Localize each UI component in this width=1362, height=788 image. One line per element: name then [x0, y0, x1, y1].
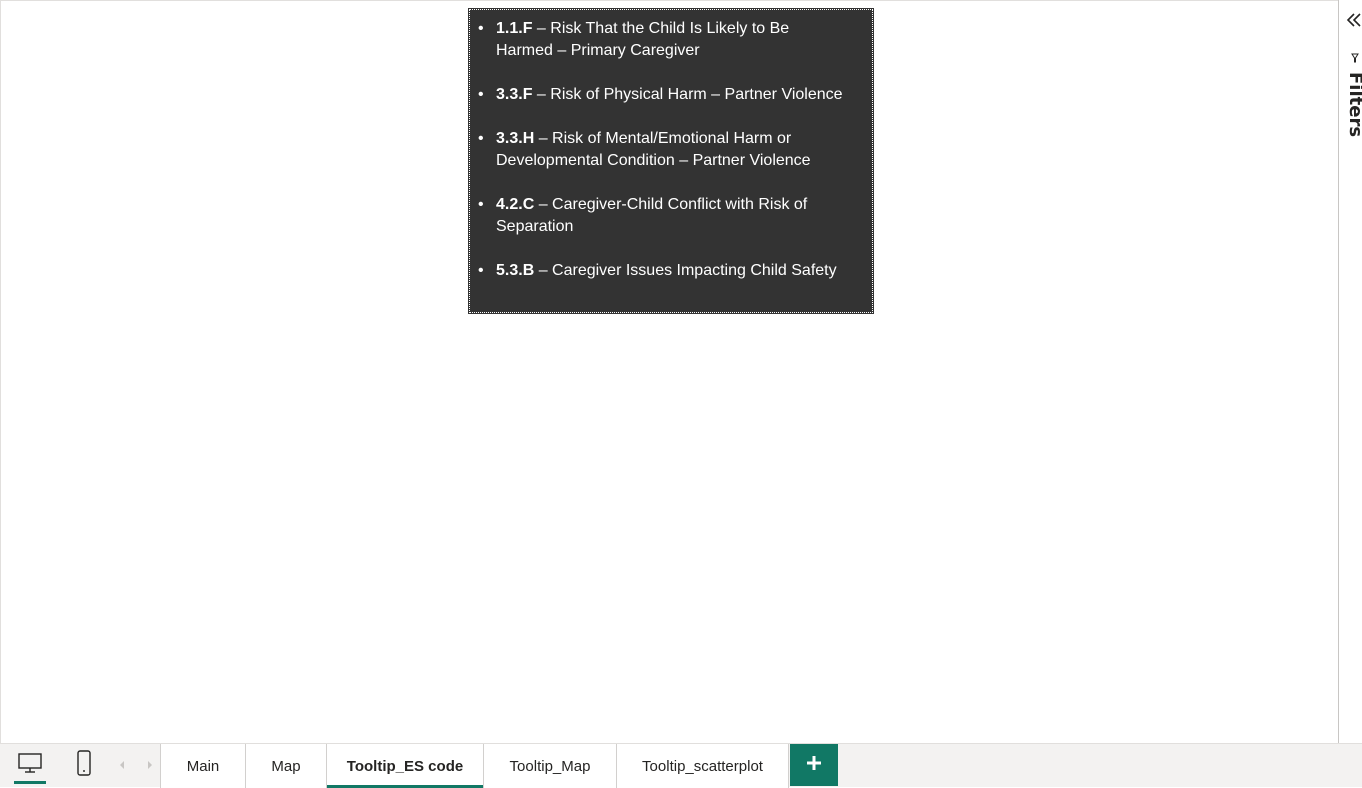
es-code-item: • 5.3.B – Caregiver Issues Impacting Chi…: [478, 260, 866, 282]
es-code-description: – Risk of Mental/Emotional Harm or: [534, 130, 792, 147]
es-code-description: – Risk of Physical Harm – Partner Violen…: [532, 86, 843, 103]
es-code: 1.1.F: [496, 20, 533, 37]
double-chevron-left-icon[interactable]: [1345, 10, 1361, 30]
es-code-item: • 3.3.F – Risk of Physical Harm – Partne…: [478, 84, 866, 106]
es-code-description-cont: Separation: [496, 218, 574, 235]
es-code-description: – Caregiver Issues Impacting Child Safet…: [534, 262, 837, 279]
report-canvas: • 1.1.F – Risk That the Child Is Likely …: [0, 0, 1338, 743]
bullet: •: [478, 262, 484, 279]
desktop-view-button[interactable]: [10, 744, 50, 786]
bullet: •: [478, 20, 484, 37]
es-code: 3.3.H: [496, 130, 535, 147]
tab-tooltip-scatterplot[interactable]: Tooltip_scatterplot: [616, 744, 789, 788]
es-code-textbox[interactable]: • 1.1.F – Risk That the Child Is Likely …: [468, 8, 874, 314]
chevron-left-icon[interactable]: [115, 756, 129, 774]
tab-map[interactable]: Map: [245, 744, 326, 788]
bullet: •: [478, 196, 484, 213]
page-tabs: Main Map Tooltip_ES code Tooltip_Map Too…: [160, 744, 789, 788]
es-code-item: • 3.3.H – Risk of Mental/Emotional Harm …: [478, 128, 866, 172]
tab-tooltip-es-code[interactable]: Tooltip_ES code: [326, 744, 483, 788]
es-code-description: – Risk That the Child Is Likely to Be: [532, 20, 790, 37]
page-navigation-bar: Main Map Tooltip_ES code Tooltip_Map Too…: [0, 743, 1362, 788]
filters-pane[interactable]: Filters: [1338, 0, 1362, 743]
bullet: •: [478, 130, 484, 147]
add-page-button[interactable]: [790, 744, 838, 786]
es-code: 4.2.C: [496, 196, 535, 213]
es-code: 5.3.B: [496, 262, 535, 279]
filter-icon: [1351, 50, 1359, 63]
es-code-description: – Caregiver-Child Conflict with Risk of: [534, 196, 808, 213]
chevron-right-icon[interactable]: [143, 756, 157, 774]
active-view-indicator: [14, 781, 46, 784]
es-code: 3.3.F: [496, 86, 533, 103]
mobile-view-button[interactable]: [64, 744, 104, 786]
es-code-description-cont: Developmental Condition – Partner Violen…: [496, 152, 811, 169]
desktop-icon: [17, 752, 43, 779]
bullet: •: [478, 86, 484, 103]
tab-tooltip-map[interactable]: Tooltip_Map: [483, 744, 616, 788]
es-code-description-cont: Harmed – Primary Caregiver: [496, 42, 700, 59]
plus-icon: [806, 755, 822, 776]
es-code-item: • 1.1.F – Risk That the Child Is Likely …: [478, 18, 866, 62]
tab-main[interactable]: Main: [160, 744, 245, 788]
es-code-item: • 4.2.C – Caregiver-Child Conflict with …: [478, 194, 866, 238]
filters-label[interactable]: Filters: [1345, 72, 1362, 137]
mobile-icon: [76, 749, 92, 781]
